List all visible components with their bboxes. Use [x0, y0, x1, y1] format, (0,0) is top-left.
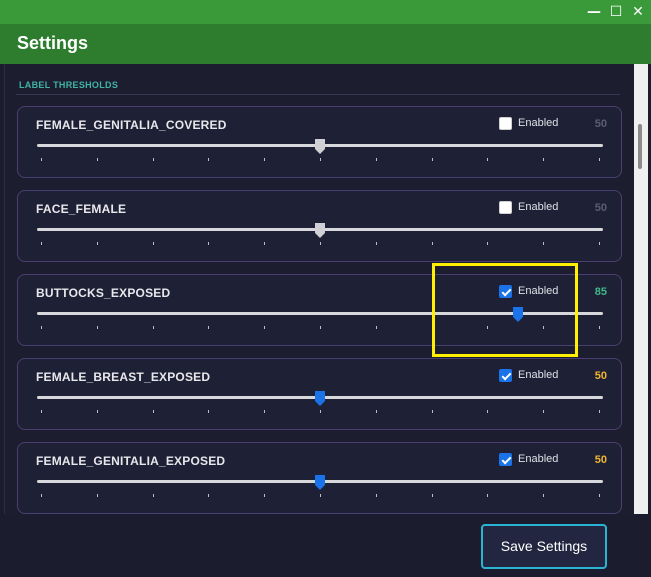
- slider-tick: [320, 494, 321, 497]
- enabled-checkbox[interactable]: [499, 453, 512, 466]
- slider-tick: [543, 410, 545, 413]
- threshold-card: FEMALE_GENITALIA_EXPOSED Enabled 50: [17, 442, 622, 514]
- slider-tick: [264, 410, 266, 413]
- slider-tick: [543, 242, 545, 245]
- slider-tick: [152, 494, 154, 497]
- slider-tick: [487, 242, 489, 245]
- vertical-scrollbar[interactable]: [634, 64, 648, 514]
- slider-tick: [431, 494, 433, 497]
- slider-tick: [375, 410, 377, 413]
- slider-tick: [41, 410, 42, 413]
- threshold-card: FEMALE_GENITALIA_COVERED Enabled 50: [17, 106, 622, 178]
- threshold-label: BUTTOCKS_EXPOSED: [36, 286, 171, 300]
- section-title: LABEL THRESHOLDS: [19, 80, 119, 90]
- enabled-label[interactable]: Enabled: [518, 117, 558, 129]
- enabled-checkbox[interactable]: [499, 369, 512, 382]
- threshold-label: FEMALE_GENITALIA_COVERED: [36, 118, 227, 132]
- slider-tick: [208, 158, 210, 161]
- slider-tick: [375, 242, 377, 245]
- slider-tick: [96, 242, 98, 245]
- slider-tick: [431, 158, 433, 161]
- save-settings-button[interactable]: Save Settings: [481, 524, 607, 569]
- threshold-card: FACE_FEMALE Enabled 50: [17, 190, 622, 262]
- highlight-box: [432, 263, 578, 357]
- slider-tick: [208, 410, 210, 413]
- slider-tick: [152, 158, 154, 161]
- slider-tick: [264, 158, 266, 161]
- slider-tick: [96, 494, 98, 497]
- slider-tick: [41, 242, 42, 245]
- threshold-value: 50: [594, 370, 607, 382]
- threshold-label: FEMALE_GENITALIA_EXPOSED: [36, 454, 226, 468]
- slider-tick: [96, 158, 98, 161]
- slider-tick: [320, 158, 321, 161]
- slider-tick: [41, 158, 42, 161]
- threshold-value: 50: [594, 118, 607, 130]
- slider-tick: [152, 326, 154, 329]
- slider-tick: [599, 242, 600, 245]
- slider-tick: [264, 326, 266, 329]
- slider-tick: [41, 326, 42, 329]
- slider-tick: [320, 410, 321, 413]
- close-icon[interactable]: ✕: [629, 3, 647, 21]
- slider-thumb[interactable]: [314, 138, 326, 155]
- slider-tick: [599, 158, 600, 161]
- slider-tick: [320, 326, 321, 329]
- slider-tick: [208, 326, 210, 329]
- page-title: Settings: [17, 33, 89, 53]
- slider-thumb[interactable]: [314, 390, 326, 407]
- slider-tick: [41, 494, 42, 497]
- slider-tick: [208, 242, 210, 245]
- slider-tick: [320, 242, 321, 245]
- section-divider: [16, 94, 620, 95]
- slider-tick: [543, 158, 545, 161]
- slider-tick: [208, 494, 210, 497]
- enabled-checkbox[interactable]: [499, 201, 512, 214]
- window-titlebar[interactable]: — ☐ ✕: [0, 0, 651, 24]
- slider-tick: [599, 494, 600, 497]
- threshold-value: 50: [594, 202, 607, 214]
- threshold-card: FEMALE_BREAST_EXPOSED Enabled 50: [17, 358, 622, 430]
- slider-tick: [96, 410, 98, 413]
- slider-tick: [487, 494, 489, 497]
- footer: Save Settings: [0, 514, 651, 577]
- threshold-value: 50: [594, 454, 607, 466]
- settings-window: — ☐ ✕ Settings LABEL THRESHOLDS FEMALE_G…: [0, 0, 651, 577]
- threshold-value: 85: [594, 286, 607, 298]
- minimize-icon[interactable]: —: [585, 3, 603, 21]
- slider-tick: [152, 242, 154, 245]
- slider-tick: [152, 410, 154, 413]
- enabled-label[interactable]: Enabled: [518, 453, 558, 465]
- slider-tick: [543, 494, 545, 497]
- slider-tick: [599, 410, 600, 413]
- slider-thumb[interactable]: [314, 222, 326, 239]
- slider-tick: [487, 158, 489, 161]
- settings-header: Settings: [0, 24, 651, 64]
- maximize-icon[interactable]: ☐: [607, 3, 625, 21]
- slider-tick: [431, 410, 433, 413]
- slider-tick: [264, 494, 266, 497]
- threshold-label: FACE_FEMALE: [36, 202, 127, 216]
- slider-tick: [431, 242, 433, 245]
- enabled-checkbox[interactable]: [499, 117, 512, 130]
- slider-tick: [375, 158, 377, 161]
- enabled-label[interactable]: Enabled: [518, 369, 558, 381]
- slider-tick: [264, 242, 266, 245]
- slider-tick: [487, 410, 489, 413]
- slider-tick: [599, 326, 600, 329]
- slider-thumb[interactable]: [314, 474, 326, 491]
- threshold-label: FEMALE_BREAST_EXPOSED: [36, 370, 211, 384]
- slider-tick: [375, 326, 377, 329]
- slider-tick: [96, 326, 98, 329]
- slider-tick: [375, 494, 377, 497]
- enabled-label[interactable]: Enabled: [518, 201, 558, 213]
- scrollbar-thumb[interactable]: [638, 124, 642, 169]
